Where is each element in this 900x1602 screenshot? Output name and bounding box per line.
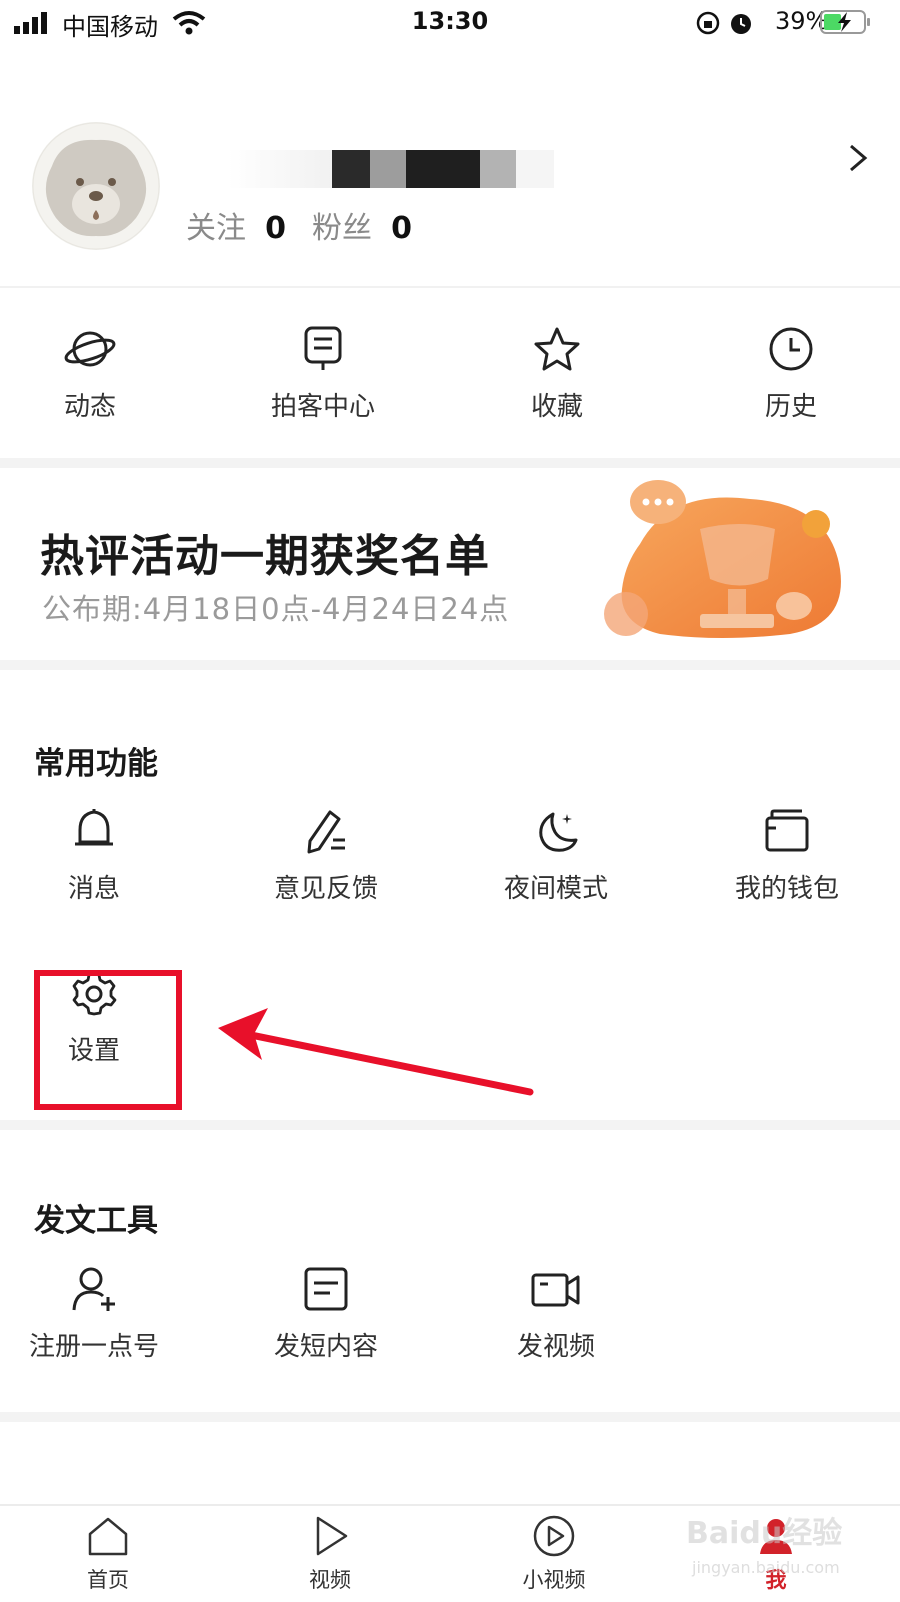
bell-icon: [75, 809, 113, 846]
divider: [0, 458, 900, 468]
nav-home[interactable]: 首页: [48, 1514, 168, 1594]
highlight-box: [34, 970, 182, 1110]
promo-banner[interactable]: 热评活动一期获奖名单 公布期:4月18日0点-4月24日24点: [0, 468, 900, 660]
nav-short-video[interactable]: 小视频: [494, 1514, 614, 1594]
function-night-mode[interactable]: 夜间模式: [446, 808, 666, 905]
follow-stat[interactable]: 关注 0: [186, 203, 286, 247]
clock-time: 13:30: [411, 7, 489, 35]
nav-label: 视频: [309, 1568, 351, 1592]
clock-icon: [769, 327, 813, 371]
monitor-icon: [304, 326, 342, 370]
quick-action-dynamics[interactable]: 动态: [0, 326, 200, 423]
nav-video[interactable]: 视频: [270, 1514, 390, 1594]
alarm-icon: [731, 14, 751, 34]
fans-stat[interactable]: 粉丝 0: [312, 203, 412, 247]
battery-icon: [820, 10, 870, 34]
quick-action-label: 拍客中心: [270, 392, 375, 422]
function-wallet[interactable]: 我的钱包: [677, 808, 897, 905]
divider: [0, 286, 900, 288]
arrow-annotation-icon: [218, 1008, 534, 1096]
section-title-publish: 发文工具: [34, 1203, 158, 1239]
function-feedback[interactable]: 意见反馈: [216, 808, 436, 905]
quick-action-label: 历史: [764, 392, 817, 422]
function-label: 夜间模式: [503, 874, 608, 904]
watermark-logo: Baidu经验: [686, 1516, 843, 1551]
banner-subtitle: 公布期:4月18日0点-4月24日24点: [42, 592, 510, 626]
publish-label: 发视频: [516, 1332, 595, 1362]
nav-label: 首页: [87, 1568, 129, 1592]
username-masked: [228, 150, 564, 188]
pencil-icon: [307, 810, 345, 854]
function-label: 消息: [67, 874, 120, 904]
publish-register[interactable]: 注册一点号: [0, 1266, 204, 1363]
status-bar: 中国移动 13:30 39%: [0, 0, 900, 46]
function-label: 意见反馈: [273, 874, 378, 904]
section-title-common: 常用功能: [34, 746, 158, 782]
function-messages[interactable]: 消息: [0, 808, 204, 905]
trophy-illustration-icon: [604, 480, 841, 638]
publish-video[interactable]: 发视频: [446, 1266, 666, 1363]
quick-action-label: 动态: [63, 392, 116, 422]
divider: [0, 1120, 900, 1130]
play-icon: [316, 1516, 348, 1556]
planet-icon: [64, 331, 116, 367]
nav-label: 小视频: [522, 1568, 586, 1592]
quick-action-history[interactable]: 历史: [681, 326, 900, 423]
orientation-lock-icon: [696, 11, 720, 35]
publish-short-content[interactable]: 发短内容: [216, 1266, 436, 1363]
divider: [0, 660, 900, 670]
publish-label: 注册一点号: [28, 1332, 159, 1362]
video-camera-icon: [531, 1273, 580, 1307]
quick-action-shooter-center[interactable]: 拍客中心: [213, 326, 433, 423]
play-circle-icon: [533, 1515, 575, 1557]
document-icon: [304, 1267, 348, 1311]
chevron-right-icon[interactable]: [845, 140, 875, 180]
publish-label: 发短内容: [273, 1332, 378, 1362]
function-label: 我的钱包: [734, 874, 839, 904]
moon-icon: [539, 812, 578, 852]
divider: [0, 1412, 900, 1422]
avatar[interactable]: [32, 122, 160, 250]
follow-label: 关注: [186, 211, 246, 246]
quick-action-label: 收藏: [530, 392, 583, 422]
home-icon: [88, 1517, 128, 1556]
watermark-url: jingyan.baidu.com: [692, 1558, 840, 1577]
follow-count: 0: [265, 211, 286, 246]
quick-action-favorites[interactable]: 收藏: [447, 326, 667, 423]
add-user-icon: [72, 1267, 115, 1311]
fans-count: 0: [391, 211, 412, 246]
dog-avatar-icon: [32, 122, 160, 250]
star-icon: [534, 327, 580, 371]
banner-title: 热评活动一期获奖名单: [40, 531, 490, 582]
fans-label: 粉丝: [312, 211, 372, 246]
wallet-icon: [765, 809, 809, 852]
